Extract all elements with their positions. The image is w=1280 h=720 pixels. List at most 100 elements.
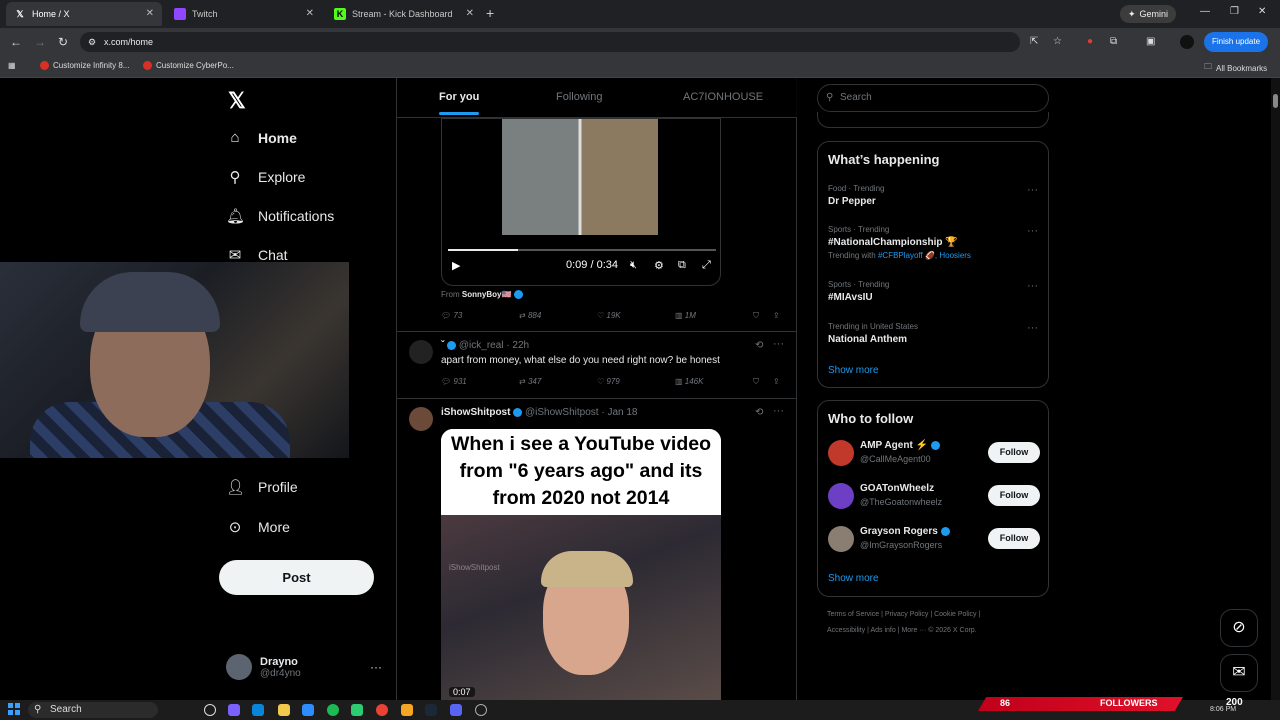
tweet-author-handle[interactable]: @ick_real xyxy=(459,340,504,351)
star-icon[interactable]: ☆ xyxy=(1053,36,1062,47)
trend-item[interactable]: Sports · Trending #NationalChampionship … xyxy=(828,225,1040,260)
follow-button[interactable]: Follow xyxy=(988,528,1040,549)
repost-button[interactable]: ⇄ 347 xyxy=(519,377,541,386)
close-icon[interactable]: ✕ xyxy=(466,8,474,19)
app-icon[interactable] xyxy=(401,704,413,716)
sidebar-item-more[interactable]: ⊙ More xyxy=(226,518,290,536)
follow-suggestion[interactable]: Grayson Rogers @ImGraysonRogers Follow xyxy=(828,526,1040,556)
app-icon[interactable] xyxy=(302,704,314,716)
tweet-author-name[interactable]: iShowShitpost xyxy=(441,407,510,418)
tweet[interactable]: iShowShitpost @iShowShitpost · Jan 18 ⟲ … xyxy=(397,398,797,700)
reply-button[interactable]: 💬︎ 931 xyxy=(441,377,467,386)
trending-with-links[interactable]: #CFBPlayoff 🏈, Hoosiers xyxy=(878,251,971,260)
footer-links[interactable]: Accessibility | Ads info | More ··· © 20… xyxy=(827,627,977,634)
search-input[interactable]: ⚲ Search xyxy=(817,84,1049,112)
tweet-author-handle[interactable]: @iShowShitpost xyxy=(525,407,599,418)
show-more-link[interactable]: Show more xyxy=(828,365,879,376)
follow-suggestion[interactable]: AMP Agent ⚡ @CallMeAgent00 Follow xyxy=(828,440,1040,470)
footer-links[interactable]: Terms of Service | Privacy Policy | Cook… xyxy=(827,611,980,618)
avatar[interactable] xyxy=(828,526,854,552)
show-more-link[interactable]: Show more xyxy=(828,573,879,584)
follow-suggestion[interactable]: GOATonWheelz @TheGoatonwheelz Follow xyxy=(828,483,1040,513)
more-dots-icon[interactable]: ··· xyxy=(773,405,784,417)
folder-icon[interactable] xyxy=(278,704,290,716)
avatar[interactable] xyxy=(409,407,433,431)
tweet-author-name[interactable]: ˇ xyxy=(441,340,444,351)
finish-update-button[interactable]: Finish update xyxy=(1204,32,1269,52)
forward-icon[interactable]: → xyxy=(34,35,46,49)
puzzle-icon[interactable]: ⧉ xyxy=(1110,36,1117,47)
grok-icon[interactable]: ⟲ xyxy=(755,340,763,351)
video-player[interactable]: ▶ 0:09 / 0:34 🔇︎ ⚙ ⧉ ⤢ xyxy=(441,118,721,286)
like-button[interactable]: ♡ 979 xyxy=(597,377,620,386)
discord-icon[interactable] xyxy=(450,704,462,716)
more-dots-icon[interactable]: ··· xyxy=(370,660,382,674)
tab-twitch[interactable]: Twitch ✕ xyxy=(166,2,322,26)
restore-button[interactable]: ❐ xyxy=(1230,6,1239,17)
close-icon[interactable]: ✕ xyxy=(146,8,154,19)
avatar[interactable] xyxy=(828,483,854,509)
reload-icon[interactable]: ↻ xyxy=(58,35,68,49)
pip-icon[interactable]: ⧉ xyxy=(678,259,686,272)
bookmark-icon[interactable]: ⛉ xyxy=(753,311,759,321)
sidebar-item-explore[interactable]: ⚲ Explore xyxy=(226,168,306,186)
gemini-button[interactable]: ✦ Gemini xyxy=(1120,5,1177,23)
share-icon[interactable]: ⇪ xyxy=(773,311,780,320)
tab-following[interactable]: Following xyxy=(556,91,602,103)
post-button[interactable]: Post xyxy=(219,560,374,595)
site-info-icon[interactable]: ⚙ xyxy=(88,32,96,52)
tweet[interactable]: ˇ @ick_real · 22h ⟲ ··· apart from money… xyxy=(397,331,797,397)
tab-x-home[interactable]: 𝕏 Home / X ✕ xyxy=(6,2,162,26)
more-dots-icon[interactable]: ··· xyxy=(1027,184,1038,196)
more-dots-icon[interactable]: ··· xyxy=(1027,322,1038,334)
windows-start-icon[interactable] xyxy=(8,703,20,715)
avatar[interactable] xyxy=(828,440,854,466)
follow-button[interactable]: Follow xyxy=(988,442,1040,463)
profile-icon[interactable] xyxy=(1180,35,1194,49)
follow-button[interactable]: Follow xyxy=(988,485,1040,506)
tab-for-you[interactable]: For you xyxy=(439,91,480,115)
mute-icon[interactable]: 🔇︎ xyxy=(630,259,637,272)
views-button[interactable]: ▥ 1M xyxy=(675,311,696,320)
trend-item[interactable]: Food · Trending Dr Pepper ··· xyxy=(828,184,1040,207)
all-bookmarks[interactable]: 🗀 All Bookmarks xyxy=(1204,61,1267,75)
account-switcher[interactable]: Drayno @dr4yno ··· xyxy=(226,654,382,680)
spotify-icon[interactable] xyxy=(327,704,339,716)
fullscreen-icon[interactable]: ⤢ xyxy=(702,259,711,272)
share-icon[interactable]: ⇪ xyxy=(773,377,780,386)
tweet-time[interactable]: Jan 18 xyxy=(607,407,637,418)
minimize-button[interactable]: — xyxy=(1200,6,1210,17)
apps-icon[interactable]: ▦ xyxy=(8,61,16,70)
like-button[interactable]: ♡ 19K xyxy=(597,311,621,320)
bookmark-2[interactable]: Customize CyberPo... xyxy=(143,61,234,70)
repost-button[interactable]: ⇄ 884 xyxy=(519,311,541,320)
tweet-time[interactable]: 22h xyxy=(512,340,529,351)
install-icon[interactable]: ⇱ xyxy=(1030,36,1038,47)
grok-fab[interactable]: ⊘ xyxy=(1220,609,1258,647)
app-icon[interactable] xyxy=(228,704,240,716)
trend-item[interactable]: Trending in United States National Anthe… xyxy=(828,322,1040,345)
new-tab-button[interactable]: + xyxy=(486,5,494,21)
more-dots-icon[interactable]: ··· xyxy=(1027,225,1038,237)
obs-icon[interactable] xyxy=(475,704,487,716)
grok-icon[interactable]: ⟲ xyxy=(755,407,763,418)
sidebar-item-notifications[interactable]: 🔔︎ Notifications xyxy=(226,207,334,225)
close-icon[interactable]: ✕ xyxy=(306,8,314,19)
steam-icon[interactable] xyxy=(425,704,437,716)
taskbar-search[interactable]: ⚲ Search xyxy=(28,702,158,718)
scrollbar-thumb[interactable] xyxy=(1273,94,1278,108)
tab-ac7ionhouse[interactable]: AC7IONHOUSE xyxy=(683,91,763,103)
play-icon[interactable]: ▶ xyxy=(452,259,460,272)
more-dots-icon[interactable]: ··· xyxy=(1027,280,1038,292)
sidebar-item-profile[interactable]: 👤︎ Profile xyxy=(226,478,298,496)
settings-icon[interactable]: ⚙ xyxy=(654,259,664,272)
bookmark-icon[interactable]: ⛉ xyxy=(753,377,759,387)
tab-kick[interactable]: K Stream - Kick Dashboard ✕ xyxy=(326,2,482,26)
app-icon[interactable] xyxy=(351,704,363,716)
bookmark-1[interactable]: Customize Infinity 8... xyxy=(40,61,129,70)
reply-button[interactable]: 💬︎ 73 xyxy=(441,311,462,320)
task-view-icon[interactable] xyxy=(204,704,216,716)
sidebar-item-home[interactable]: ⌂ Home xyxy=(226,129,296,146)
messages-fab[interactable]: ✉ xyxy=(1220,654,1258,692)
sidepanel-icon[interactable]: ▣ xyxy=(1146,36,1155,47)
